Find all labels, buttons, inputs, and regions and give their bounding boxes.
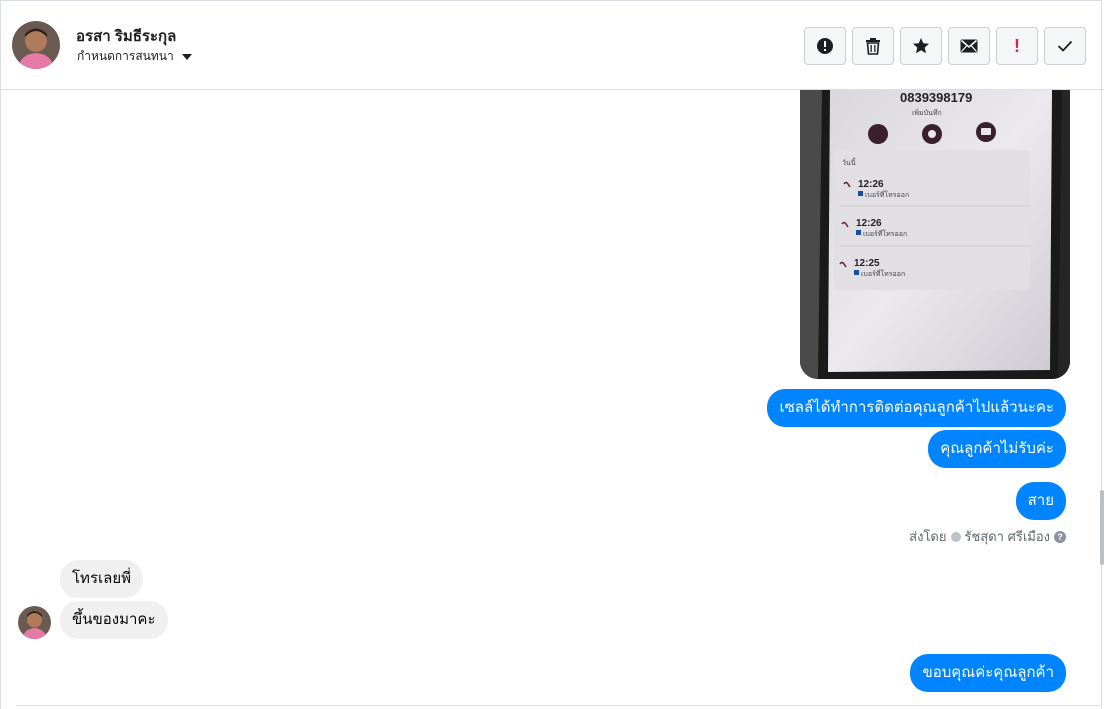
photo-call-label: เบอร์ที่โทรออก (861, 269, 905, 278)
caret-down-icon (181, 53, 192, 60)
conversation-toolbar: ! (804, 27, 1086, 65)
assign-conversation-dropdown[interactable]: กำหนดการสนทนา (77, 47, 192, 66)
star-icon (913, 38, 929, 54)
sent-by-info: ส่งโดย รัชสุดา ศรีเมือง ? (909, 526, 1066, 547)
help-icon[interactable]: ? (1054, 530, 1066, 543)
sent-by-prefix: ส่งโดย (909, 529, 947, 544)
mark-done-button[interactable] (1044, 27, 1086, 65)
exclamation-icon: ! (1014, 36, 1020, 56)
sent-by-name[interactable]: รัชสุดา ศรีเมือง (965, 526, 1051, 547)
outgoing-message[interactable]: คุณลูกค้าไม่รับค่ะ (928, 430, 1066, 468)
photo-call-label: เบอร์ที่โทรออก (865, 190, 909, 199)
user-avatar-icon (18, 606, 51, 639)
conversation-header: อรสา ริมธีระกุล กำหนดการสนทนา ! (0, 0, 1104, 90)
incoming-message[interactable]: โทรเลยพี่ (60, 560, 143, 598)
outgoing-message[interactable]: เซลล์ได้ทำการติดต่อคุณลูกค้าไปแล้วนะคะ (767, 389, 1066, 427)
alert-circle-icon (817, 38, 833, 54)
photo-call-label: เบอร์ที่โทรออก (863, 229, 907, 238)
star-button[interactable] (900, 27, 942, 65)
photo-call-time: 12:26 (856, 218, 882, 229)
agent-avatar-icon (950, 531, 961, 542)
sender-avatar[interactable] (18, 606, 51, 639)
outgoing-message[interactable]: สาย (1015, 482, 1066, 520)
follow-up-button[interactable]: ! (996, 27, 1038, 65)
thread-scrollbar[interactable] (1100, 490, 1104, 565)
envelope-icon (960, 39, 978, 53)
trash-icon (866, 38, 880, 55)
contact-name[interactable]: อรสา ริมธีระกุล (76, 24, 176, 48)
incoming-message[interactable]: ขึ้นของมาคะ (60, 601, 168, 639)
photo-call-time: 12:25 (854, 258, 880, 269)
photo-call-time: 12:26 (858, 179, 884, 190)
phone-photo-image: 0839398179 เพิ่มบันทึก วันนี้ 12:26 เบอร… (800, 90, 1070, 379)
outgoing-message[interactable]: ขอบคุณค่ะคุณลูกค้า (910, 654, 1066, 692)
contact-avatar[interactable] (12, 21, 60, 69)
composer-divider (16, 705, 1100, 706)
user-avatar-icon (12, 21, 60, 69)
delete-button[interactable] (852, 27, 894, 65)
mark-unread-button[interactable] (948, 27, 990, 65)
assign-label: กำหนดการสนทนา (77, 49, 174, 63)
photo-add-note: เพิ่มบันทึก (912, 108, 942, 117)
image-attachment[interactable]: 0839398179 เพิ่มบันทึก วันนี้ 12:26 เบอร… (800, 90, 1070, 379)
checkmark-icon (1057, 40, 1073, 52)
mark-spam-button[interactable] (804, 27, 846, 65)
message-thread[interactable]: 0839398179 เพิ่มบันทึก วันนี้ 12:26 เบอร… (0, 90, 1100, 709)
photo-phone-number: 0839398179 (900, 90, 972, 105)
